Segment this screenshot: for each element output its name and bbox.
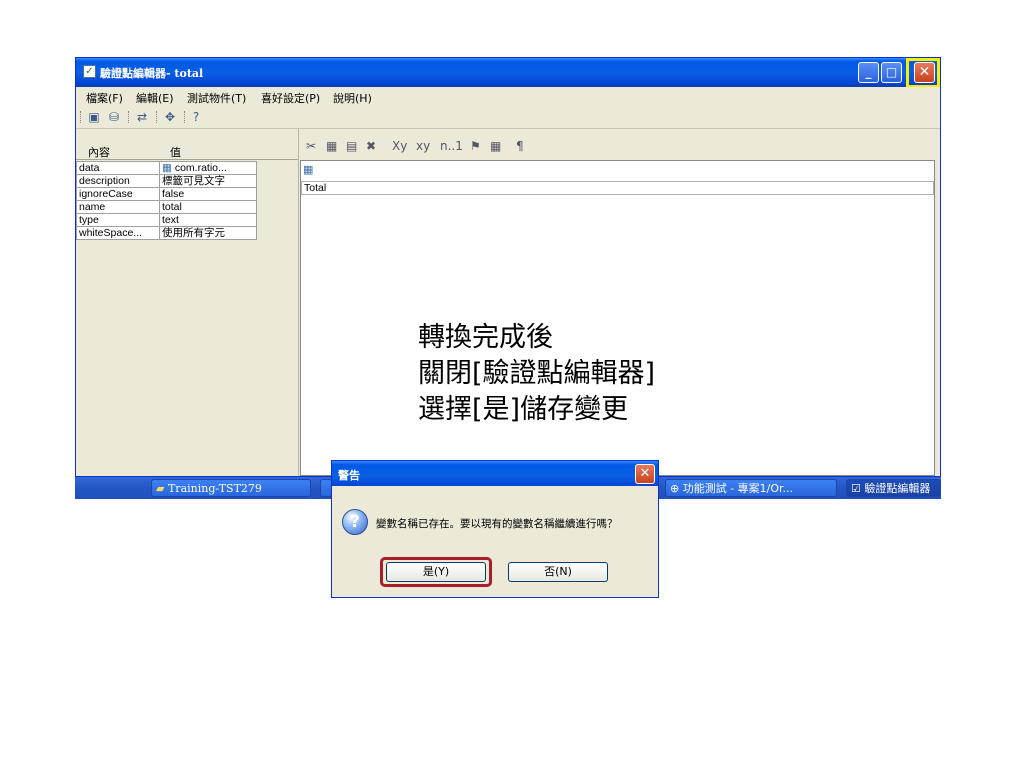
delete-icon[interactable]: ✖ (366, 139, 376, 153)
property-value[interactable]: total (159, 200, 257, 214)
property-header-value: 值 (170, 146, 181, 159)
case-icon[interactable]: Xy (392, 139, 407, 153)
property-key: name (76, 200, 160, 214)
no-button[interactable]: 否(N) (508, 562, 608, 582)
maximize-button[interactable]: □ (881, 62, 902, 83)
folder-icon: ▰ (156, 482, 165, 495)
save-icon[interactable]: ▣ (86, 109, 102, 125)
property-header-key: 內容 (88, 146, 110, 159)
property-value[interactable]: false (159, 187, 257, 201)
editor-text: Total (304, 182, 327, 194)
taskbar-item-functional-test[interactable]: ⊕ 功能測試 - 專案1/Or... (665, 479, 837, 497)
dialog-title: 警告 (338, 469, 360, 482)
warning-dialog: 警告 ✕ ? 變數名稱已存在。要以現有的變數名稱繼續進行嗎？ 是(Y) 否(N) (331, 460, 659, 598)
property-key: description (76, 174, 160, 188)
property-value-cell[interactable]: ▦ com.ratio... (159, 161, 257, 175)
property-key: whiteSpace... (76, 226, 160, 240)
convert-icon[interactable]: ⇄ (134, 109, 150, 125)
menu-help[interactable]: 說明(H) (333, 90, 372, 106)
table-row[interactable]: name total (76, 200, 257, 214)
data-object-icon: ▦ (162, 162, 172, 174)
toolbar-separator (80, 111, 82, 123)
paragraph-icon[interactable]: ¶ (516, 139, 524, 153)
text-editor[interactable]: ▦ Total (300, 160, 935, 476)
menu-bar: 檔案(F) 編輯(E) 測試物件(T) 喜好設定(P) 說明(H) (76, 87, 940, 107)
main-toolbar: ▣ ⛁ ⇄ ✥ ? (76, 106, 940, 129)
instruction-line-1: 轉換完成後 (418, 322, 553, 353)
taskbar-item-vp-editor[interactable]: ☑ 驗證點編輯器 (846, 479, 941, 497)
taskbar-item-training[interactable]: ▰ Training-TST279 (151, 479, 311, 497)
toolbar-separator (128, 111, 130, 123)
instruction-note: 轉換完成後 關閉[驗證點編輯器] 選擇[是]儲存變更 (418, 320, 655, 428)
number-range-icon[interactable]: n..1 (440, 139, 463, 153)
cut-icon[interactable]: ✂ (306, 139, 316, 153)
instruction-line-3: 選擇[是]儲存變更 (418, 394, 629, 425)
toolbar-separator (184, 111, 186, 123)
property-key: ignoreCase (76, 187, 160, 201)
menu-test-object[interactable]: 測試物件(T) (187, 90, 246, 106)
property-value[interactable]: text (159, 213, 257, 227)
table-row[interactable]: description 標籤可見文字 (76, 174, 257, 188)
property-key: data (76, 161, 160, 175)
property-pane: 內容 值 data ▦ com.ratio... description 標籤可… (76, 129, 299, 476)
table-row[interactable]: whiteSpace... 使用所有字元 (76, 226, 257, 240)
vp-editor-icon: ☑ (851, 482, 861, 495)
question-icon: ? (342, 509, 368, 535)
regex-icon[interactable]: ⚑ (470, 139, 481, 153)
table-row[interactable]: type text (76, 213, 257, 227)
app-icon: ✓ (83, 65, 96, 78)
yes-button-highlight (380, 557, 492, 587)
window-title: 驗證點編輯器- total (100, 67, 204, 80)
paste-icon[interactable]: ▤ (346, 139, 357, 153)
editor-line[interactable]: Total (301, 181, 934, 195)
datapool-reference-icon: ▦ (303, 163, 314, 176)
settings-icon[interactable]: ✥ (162, 109, 178, 125)
taskbar-item-label: 驗證點編輯器 (864, 482, 931, 495)
property-value[interactable]: 標籤可見文字 (159, 174, 257, 188)
table-row[interactable]: data ▦ com.ratio... (76, 161, 257, 175)
property-value[interactable]: 使用所有字元 (159, 226, 257, 240)
close-button-highlight (906, 58, 940, 88)
instruction-line-2: 關閉[驗證點編輯器] (418, 358, 656, 389)
menu-edit[interactable]: 編輯(E) (136, 90, 174, 106)
property-key: type (76, 213, 160, 227)
property-header: 內容 值 (76, 141, 298, 160)
taskbar-item-label: Training-TST279 (167, 482, 262, 495)
dialog-title-bar[interactable]: 警告 ✕ (332, 461, 658, 486)
editor-toolbar: ✂ ▦ ▤ ✖ Xy xy n..1 ⚑ ▦ ¶ (300, 137, 940, 157)
table-row[interactable]: ignoreCase false (76, 187, 257, 201)
title-bar[interactable]: ✓ 驗證點編輯器- total _ □ ✕ (76, 58, 940, 88)
datapool-icon[interactable]: ▦ (490, 139, 501, 153)
property-table: data ▦ com.ratio... description 標籤可見文字 i… (76, 161, 257, 240)
dialog-close-button[interactable]: ✕ (635, 464, 655, 484)
minimize-button[interactable]: _ (858, 62, 879, 83)
save-as-icon[interactable]: ⛁ (106, 109, 122, 125)
dialog-message: 變數名稱已存在。要以現有的變數名稱繼續進行嗎？ (376, 518, 618, 530)
menu-preferences[interactable]: 喜好設定(P) (261, 90, 320, 106)
property-value: com.ratio... (174, 162, 227, 174)
functional-test-icon: ⊕ (670, 482, 680, 495)
help-icon[interactable]: ? (188, 109, 204, 125)
copy-icon[interactable]: ▦ (326, 139, 337, 153)
menu-file[interactable]: 檔案(F) (86, 90, 123, 106)
taskbar-item-label: 功能測試 - 專案1/Or... (682, 482, 794, 495)
lowercase-icon[interactable]: xy (416, 139, 430, 153)
toolbar-separator (156, 111, 158, 123)
